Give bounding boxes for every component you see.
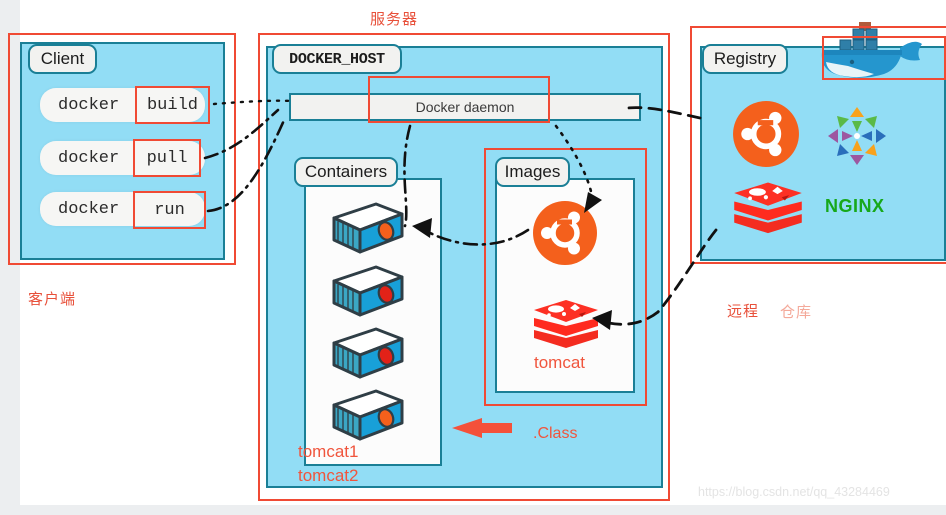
ubuntu-logo-icon	[532, 200, 598, 271]
docker-pull-verb[interactable]: pull	[133, 139, 201, 177]
diagram-canvas: 服务器 Client docker build docker pull dock…	[0, 0, 946, 515]
container-icon	[330, 200, 406, 261]
container-icon	[330, 387, 406, 448]
redis-stack-icon	[530, 298, 602, 361]
docker-run-verb-text: run	[154, 200, 185, 220]
images-panel-tab: Images	[495, 157, 570, 187]
docker-host-title: DOCKER_HOST	[289, 50, 385, 68]
annotation-client-label: 客户端	[28, 290, 77, 308]
annotation-remote-label: 远程	[727, 302, 760, 320]
redis-stack-icon	[730, 180, 806, 247]
client-title: Client	[40, 49, 85, 68]
annotation-repository-label: 仓库	[780, 303, 813, 321]
images-title: Images	[504, 162, 561, 181]
docker-build-verb[interactable]: build	[135, 86, 210, 124]
csdn-watermark: https://blog.csdn.net/qq_43284469	[698, 485, 890, 499]
docker-host-panel-tab: DOCKER_HOST	[272, 44, 402, 74]
docker-run-prefix: docker	[58, 199, 120, 219]
registry-panel-tab: Registry	[702, 44, 788, 74]
annotation-class-label: .Class	[533, 425, 578, 442]
docker-pull-prefix: docker	[58, 148, 120, 168]
docker-run-verb[interactable]: run	[133, 191, 206, 229]
client-panel-tab: Client	[28, 44, 97, 74]
container-label-tomcat2: tomcat2	[298, 466, 359, 485]
docker-whale-icon	[812, 18, 924, 89]
container-icon	[330, 325, 406, 386]
docker-build-verb-text: build	[146, 95, 198, 115]
container-label-tomcat1: tomcat1	[298, 442, 359, 461]
annotation-server-label: 服务器	[370, 10, 419, 28]
container-icon	[330, 263, 406, 324]
docker-daemon-label: Docker daemon	[415, 99, 515, 115]
docker-pull-verb-text: pull	[146, 148, 188, 168]
nginx-logo-icon: NGINX	[825, 196, 885, 216]
containers-panel-tab: Containers	[294, 157, 398, 187]
docker-daemon-bar: Docker daemon	[289, 93, 641, 121]
ubuntu-logo-icon	[732, 100, 800, 173]
docker-build-prefix: docker	[58, 95, 120, 115]
registry-title: Registry	[713, 49, 777, 68]
containers-title: Containers	[304, 162, 388, 181]
centos-logo-icon	[826, 105, 888, 172]
image-label-tomcat: tomcat	[534, 353, 586, 372]
